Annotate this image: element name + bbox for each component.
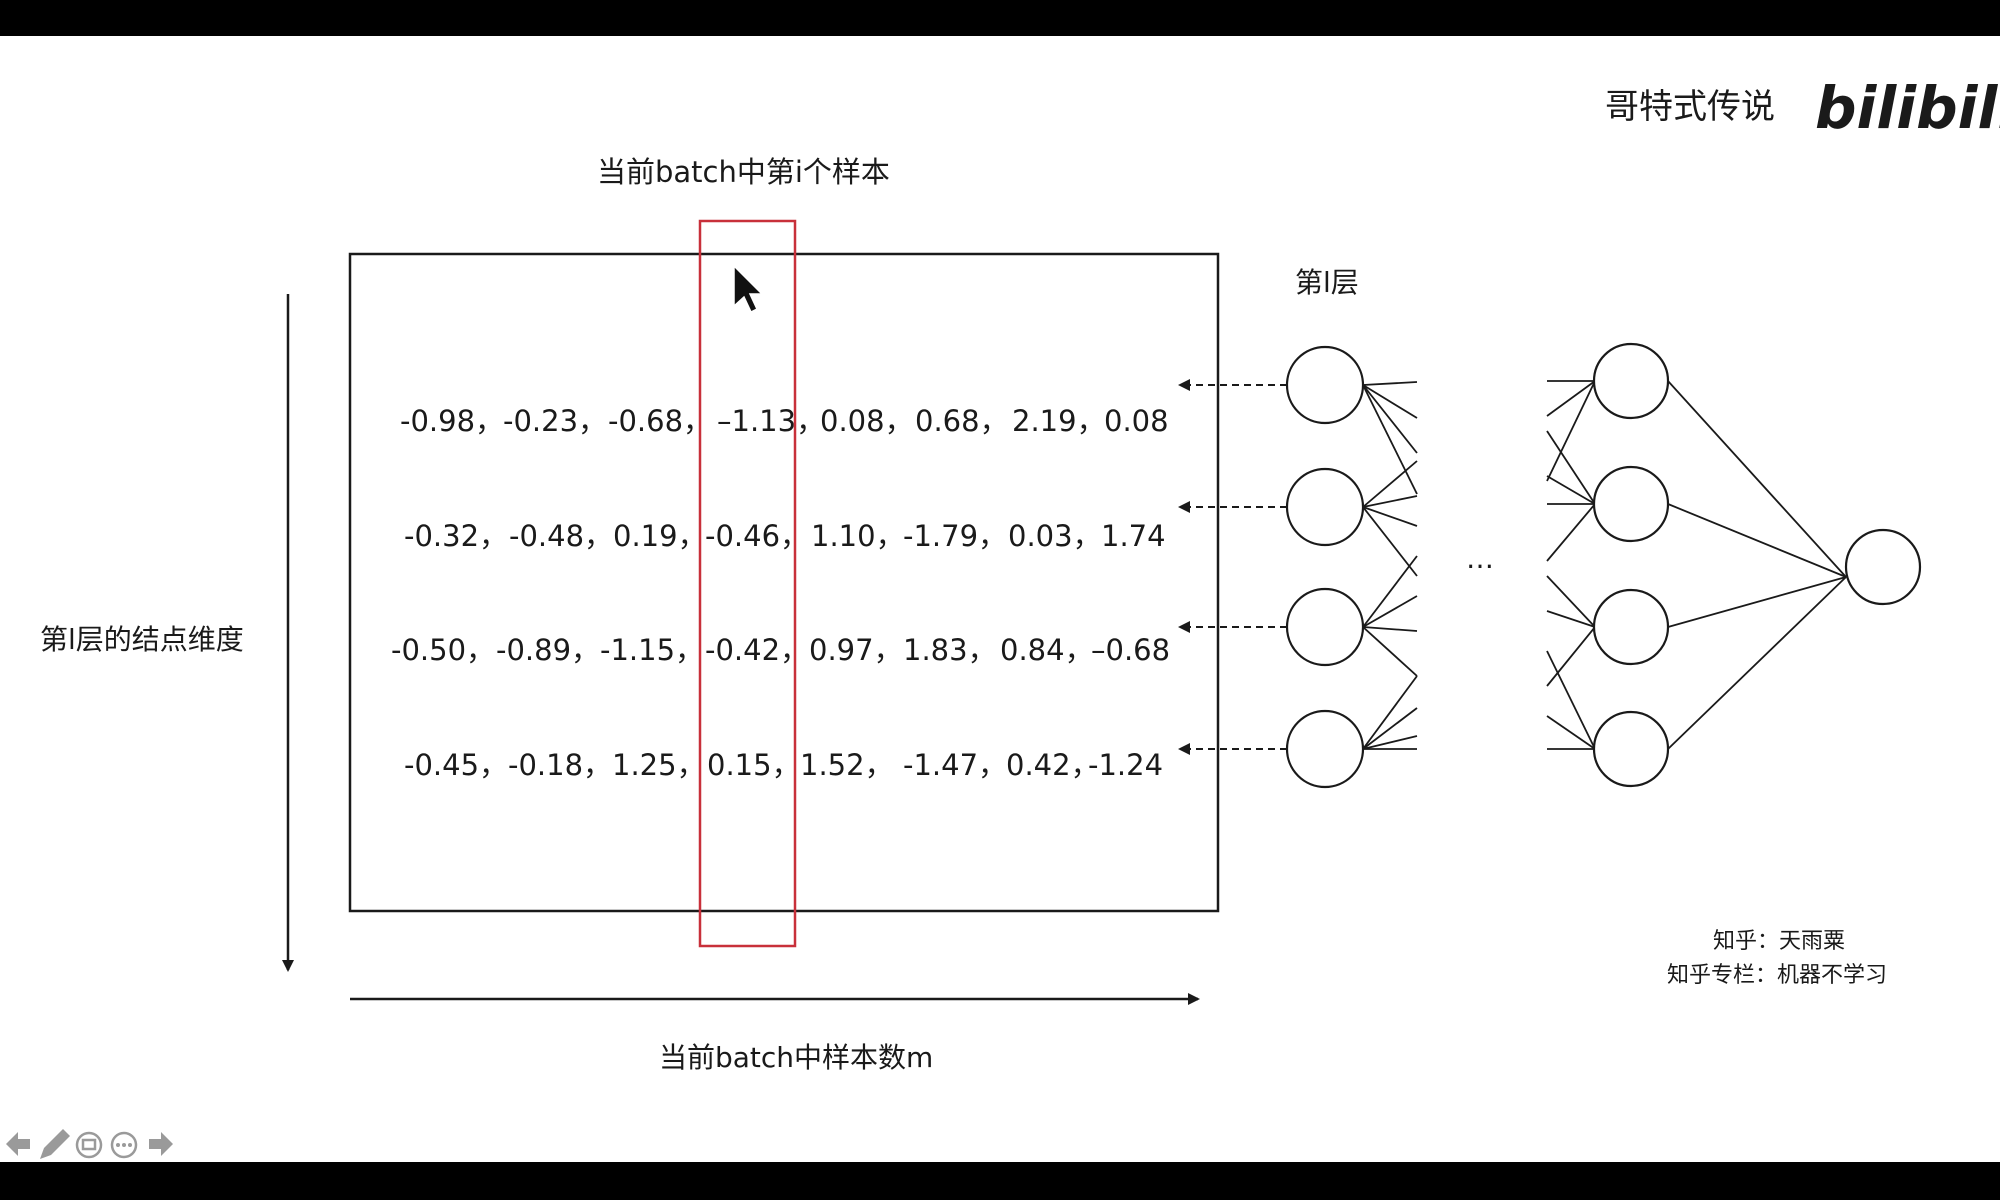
more-icon[interactable] — [110, 1131, 138, 1159]
matrix-value: 2.19， — [1012, 404, 1106, 438]
matrix-value: -0.50， — [391, 633, 495, 667]
matrix-value: 0.19， — [613, 519, 707, 553]
matrix-value: -1.79， — [903, 519, 1007, 553]
matrix-value: 0.03， — [1008, 519, 1102, 553]
arrow-right-icon[interactable] — [149, 1132, 173, 1156]
neuron-hidden-2 — [1592, 465, 1670, 543]
neuron-output — [1844, 528, 1922, 606]
matrix-value: -0.18， — [508, 748, 612, 782]
matrix-value: 0.84， — [1000, 633, 1094, 667]
matrix-value: -0.23， — [503, 404, 607, 438]
matrix-value: -0.45， — [404, 748, 508, 782]
network-edges — [1362, 380, 1847, 750]
credit-zhihu-column: 知乎专栏：机器不学习 — [1667, 963, 1887, 988]
matrix-value: 0.08， — [820, 404, 914, 438]
matrix-value: 0.97， — [809, 633, 903, 667]
neurons — [1285, 342, 1922, 789]
x-axis-label: 当前batch中样本数m — [659, 1041, 933, 1074]
matrix-values: -0.98，-0.23， -0.68， –1.13，0.08， 0.68， 2.19，0… — [391, 404, 1170, 782]
matrix-value: -0.98， — [400, 404, 504, 438]
matrix-value: 1.74 — [1101, 519, 1166, 553]
neuron-layer-l-4 — [1285, 709, 1365, 789]
slides-icon[interactable] — [75, 1131, 103, 1159]
matrix-value: 0.68， — [915, 404, 1009, 438]
matrix-value: -0.42， — [705, 633, 809, 667]
slideshow-toolbar — [6, 1129, 173, 1159]
matrix-value: -1.15， — [600, 633, 704, 667]
watermark-text: 哥特式传说 — [1605, 87, 1775, 127]
matrix-value: -0.46， — [705, 519, 809, 553]
neuron-layer-l-3 — [1285, 587, 1365, 667]
neuron-hidden-3 — [1592, 588, 1670, 666]
matrix-value: –0.68 — [1091, 633, 1170, 667]
watermark-brand: bilibili — [1815, 74, 2000, 142]
highlight-label: 当前batch中第i个样本 — [597, 155, 890, 189]
neuron-layer-l-2 — [1285, 467, 1365, 547]
matrix-value: -0.89， — [496, 633, 600, 667]
credit-zhihu-user: 知乎：天雨粟 — [1713, 929, 1845, 954]
matrix-value: 1.10， — [811, 519, 905, 553]
matrix-value: -1.47， — [903, 748, 1007, 782]
highlight-column — [698, 219, 797, 948]
mouse-cursor-icon — [733, 264, 764, 314]
matrix-value: 0.42， — [1006, 748, 1100, 782]
y-axis-label: 第l层的结点维度 — [40, 623, 244, 656]
layer-ellipsis: … — [1466, 542, 1494, 575]
dashed-arrows — [1178, 379, 1287, 755]
matrix-value: 1.83， — [903, 633, 997, 667]
pen-icon[interactable] — [40, 1129, 70, 1159]
matrix-box — [348, 252, 1220, 913]
neuron-hidden-1 — [1592, 342, 1670, 420]
neuron-layer-l-1 — [1285, 345, 1365, 425]
matrix-value: 1.25， — [612, 748, 706, 782]
matrix-value: -1.24 — [1088, 748, 1163, 782]
matrix-value: –1.13， — [717, 404, 825, 438]
arrow-left-icon[interactable] — [6, 1132, 30, 1156]
matrix-value: -0.68， — [608, 404, 712, 438]
matrix-value: -0.32， — [404, 519, 508, 553]
neuron-hidden-4 — [1592, 710, 1670, 788]
matrix-value: 0.08 — [1104, 404, 1169, 438]
layer-label: 第l层 — [1295, 266, 1359, 299]
matrix-value: 1.52， — [800, 748, 894, 782]
matrix-value: -0.48， — [509, 519, 613, 553]
diagram: 哥特式传说 bilibili 当前batch中第i个样本 -0.98，-0.23… — [6, 74, 2000, 1159]
slide: 哥特式传说 bilibili 当前batch中第i个样本 -0.98， -0.23… — [0, 36, 2000, 1162]
matrix-value: 0.15， — [707, 748, 801, 782]
